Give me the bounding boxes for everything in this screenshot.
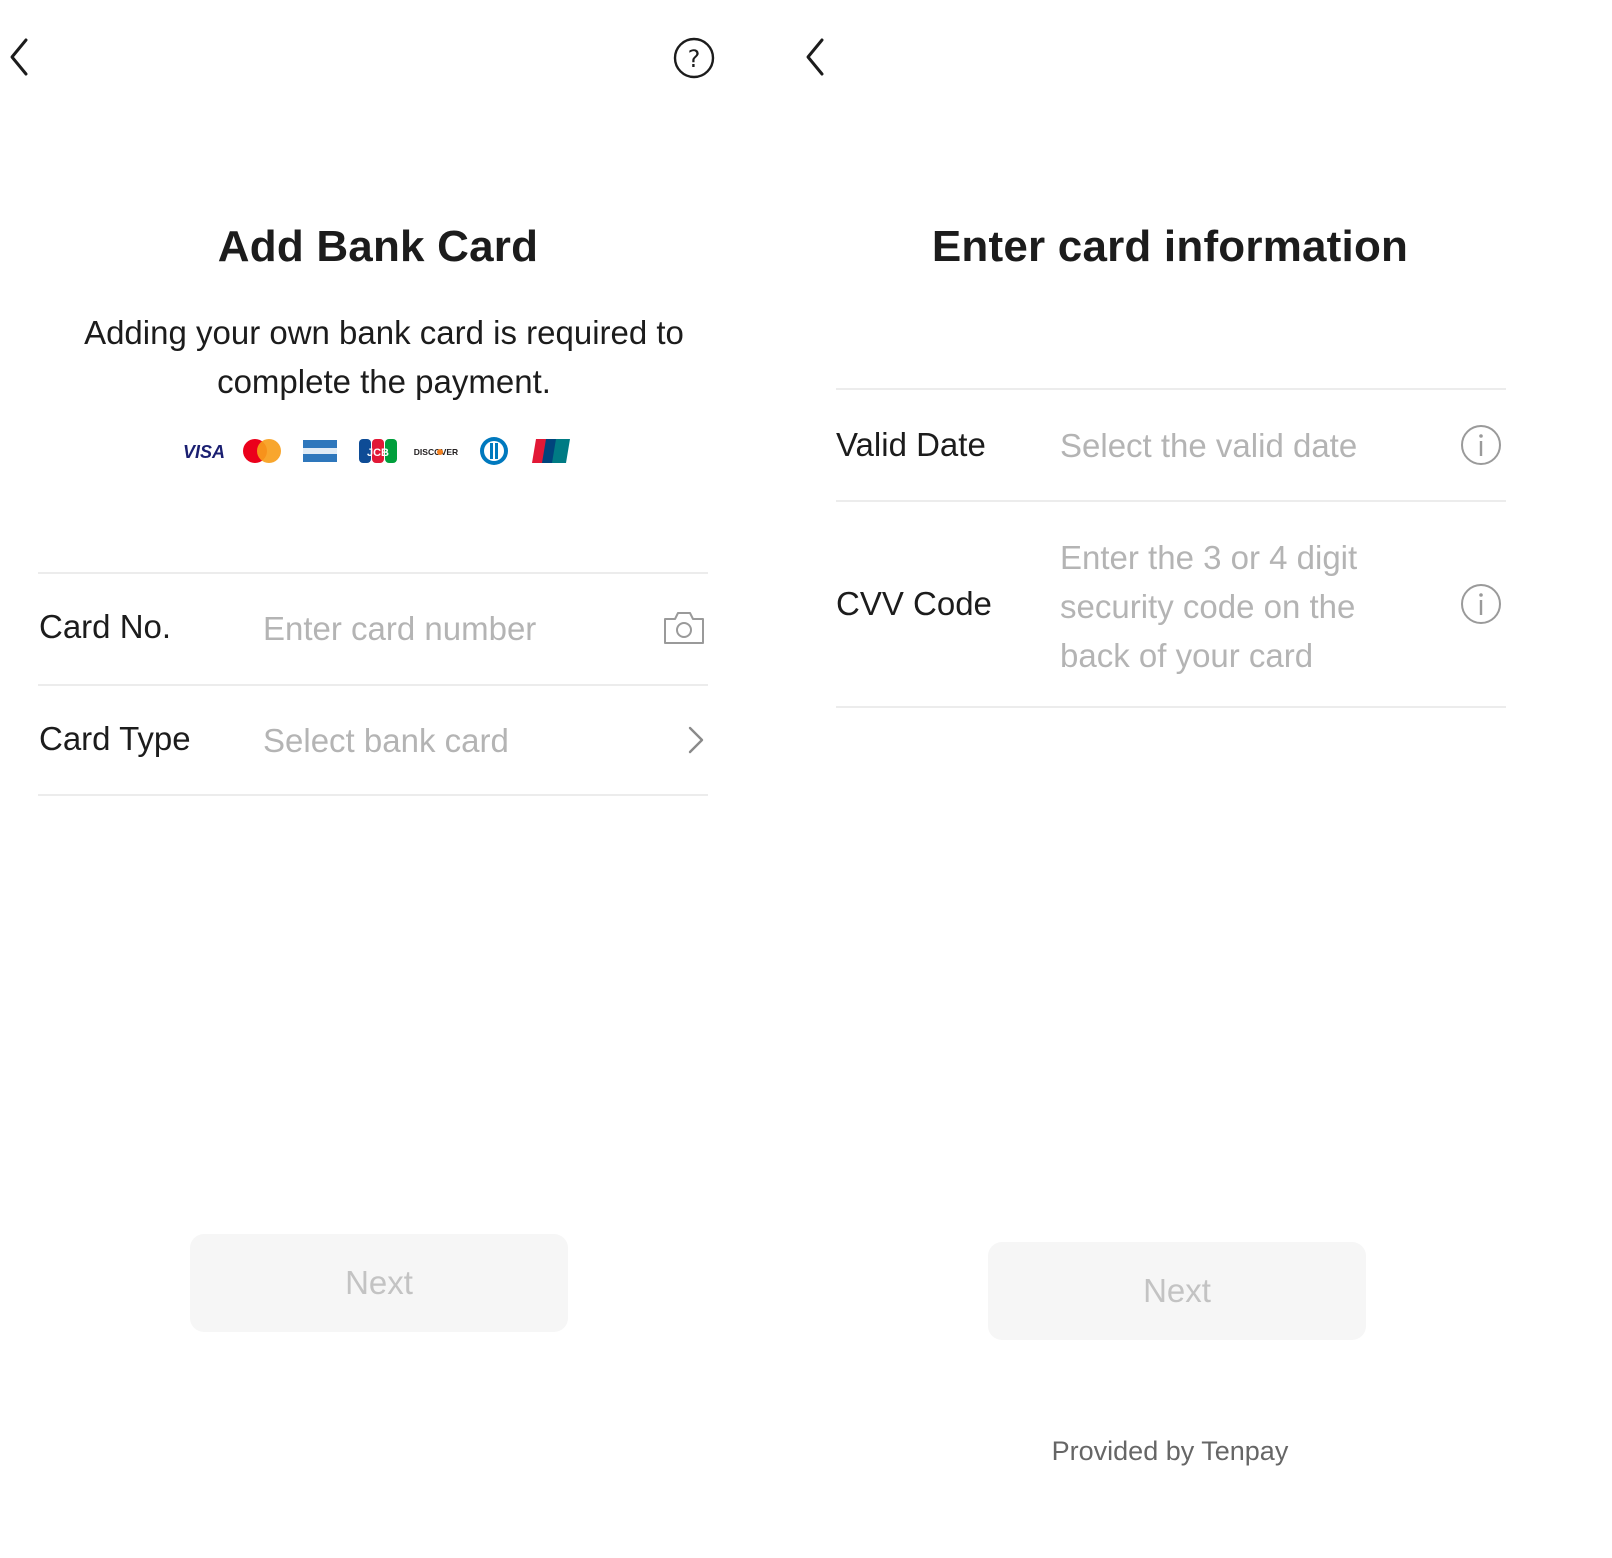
page-title: Add Bank Card	[217, 222, 539, 271]
back-button[interactable]	[798, 34, 838, 80]
divider	[836, 500, 1506, 502]
card-number-label: Card No.	[39, 608, 172, 645]
back-button[interactable]	[2, 34, 42, 80]
cvv-info-button[interactable]	[1460, 583, 1502, 630]
amex-logo	[296, 436, 344, 466]
divider	[38, 794, 708, 796]
enter-card-info-screen: Enter card information Valid Date Select…	[796, 0, 1592, 1558]
chevron-left-icon	[806, 38, 824, 76]
card-brand-logos: VISA JCB DISCOVER	[180, 436, 576, 466]
divider	[836, 706, 1506, 708]
cvv-label: CVV Code	[836, 585, 992, 622]
chevron-left-icon	[10, 38, 28, 76]
next-button[interactable]: Next	[988, 1242, 1366, 1340]
page-title: Enter card information	[931, 222, 1409, 271]
svg-text:?: ?	[688, 45, 701, 73]
page-subtitle: Adding your own bank card is required to…	[84, 314, 684, 400]
help-button[interactable]: ?	[672, 36, 716, 80]
visa-logo: VISA	[180, 436, 228, 466]
divider	[38, 572, 708, 574]
unionpay-logo	[528, 436, 576, 466]
valid-date-select[interactable]: Select the valid date	[1060, 421, 1390, 470]
divider	[836, 388, 1506, 390]
valid-date-info-button[interactable]	[1460, 424, 1502, 471]
info-circle-icon	[1461, 425, 1501, 465]
svg-text:DISCOVER: DISCOVER	[414, 447, 458, 457]
svg-text:JCB: JCB	[367, 447, 389, 459]
valid-date-label: Valid Date	[836, 426, 986, 463]
card-type-label: Card Type	[39, 720, 191, 757]
card-type-select[interactable]: Select bank card	[263, 716, 643, 765]
scan-card-button[interactable]	[662, 610, 706, 651]
cvv-input[interactable]: Enter the 3 or 4 digit security code on …	[1060, 533, 1390, 680]
card-number-input[interactable]: Enter card number	[263, 604, 643, 653]
diners-club-logo	[470, 436, 518, 466]
provider-footer: Provided by Tenpay	[1051, 1436, 1289, 1466]
card-type-chevron[interactable]	[684, 724, 708, 761]
chevron-right-icon	[688, 726, 704, 754]
discover-logo: DISCOVER	[412, 436, 460, 466]
question-circle-icon: ?	[673, 37, 715, 79]
jcb-logo: JCB	[354, 436, 402, 466]
screens-root: ? Add Bank Card Adding your own bank car…	[0, 0, 1612, 1558]
mastercard-logo	[238, 436, 286, 466]
camera-icon	[664, 612, 704, 644]
info-circle-icon	[1461, 584, 1501, 624]
svg-text:VISA: VISA	[183, 442, 225, 462]
add-bank-card-screen: ? Add Bank Card Adding your own bank car…	[0, 0, 780, 1558]
divider	[38, 684, 708, 686]
next-button[interactable]: Next	[190, 1234, 568, 1332]
